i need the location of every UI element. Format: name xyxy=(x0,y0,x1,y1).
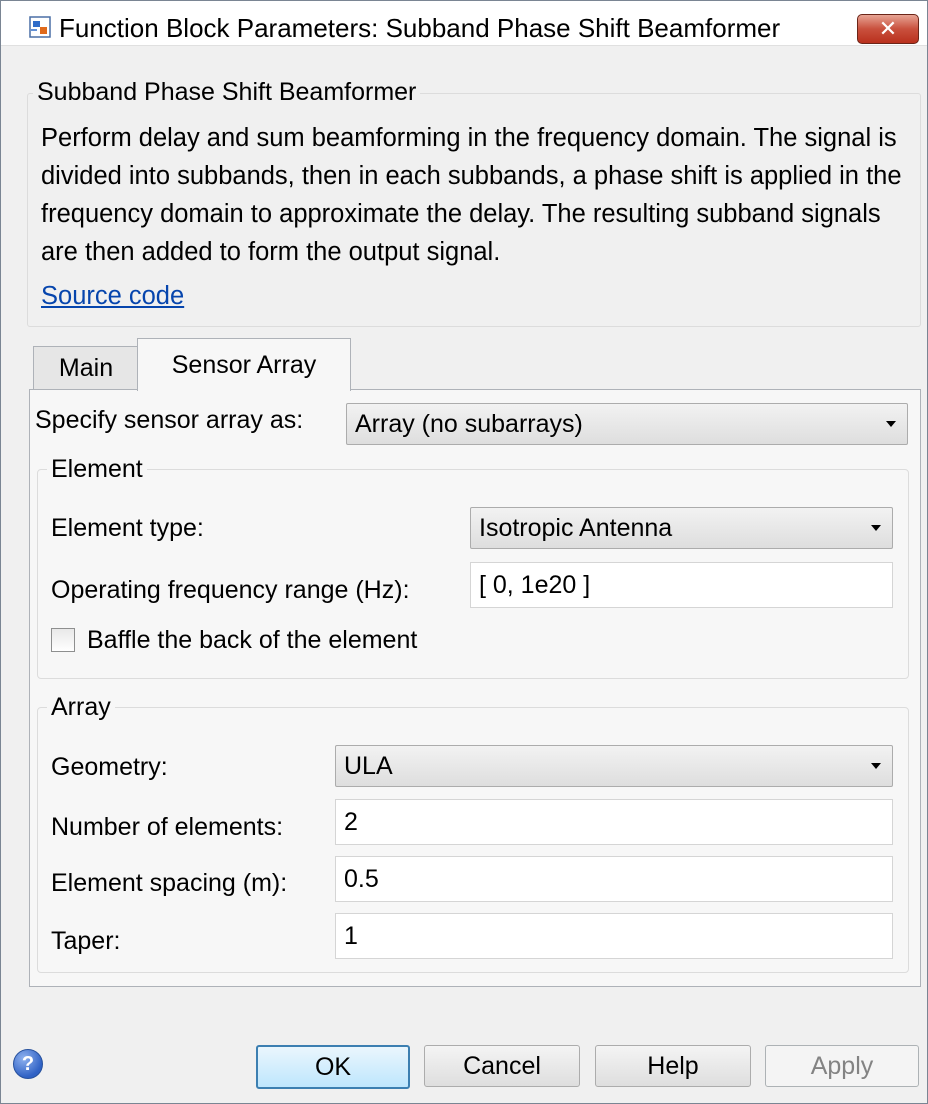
specify-array-dropdown[interactable]: Array (no subarrays) xyxy=(346,403,908,445)
block-title: Subband Phase Shift Beamformer xyxy=(33,78,421,107)
chevron-down-icon xyxy=(871,525,881,531)
geometry-label: Geometry: xyxy=(51,753,168,781)
element-spacing-value: 0.5 xyxy=(344,865,379,893)
chevron-down-icon xyxy=(871,763,881,769)
simulink-block-icon xyxy=(29,16,51,38)
num-elements-value: 2 xyxy=(344,808,358,836)
cancel-label: Cancel xyxy=(463,1051,541,1080)
apply-label: Apply xyxy=(810,1051,874,1080)
specify-array-value: Array (no subarrays) xyxy=(355,410,583,438)
element-type-label: Element type: xyxy=(51,514,204,542)
source-code-link[interactable]: Source code xyxy=(41,282,184,311)
geometry-value: ULA xyxy=(344,752,393,780)
help-icon[interactable]: ? xyxy=(13,1049,43,1079)
tab-main[interactable]: Main xyxy=(33,346,139,390)
element-group-title: Element xyxy=(47,455,147,484)
element-spacing-field[interactable]: 0.5 xyxy=(335,856,893,902)
frequency-range-field[interactable]: [ 0, 1e20 ] xyxy=(470,562,893,608)
ok-button[interactable]: OK xyxy=(256,1045,410,1089)
cancel-button[interactable]: Cancel xyxy=(424,1045,580,1087)
taper-value: 1 xyxy=(344,922,358,950)
baffle-checkbox[interactable] xyxy=(51,628,75,652)
help-label: Help xyxy=(647,1051,699,1080)
title-bar[interactable]: Function Block Parameters: Subband Phase… xyxy=(1,1,927,45)
specify-array-label: Specify sensor array as: xyxy=(35,406,304,434)
chevron-down-icon xyxy=(886,421,896,427)
num-elements-field[interactable]: 2 xyxy=(335,799,893,845)
apply-button[interactable]: Apply xyxy=(765,1045,919,1087)
frequency-range-label: Operating frequency range (Hz): xyxy=(51,576,410,604)
frequency-range-value: [ 0, 1e20 ] xyxy=(479,571,591,599)
help-button[interactable]: Help xyxy=(595,1045,751,1087)
baffle-label: Baffle the back of the element xyxy=(87,626,418,654)
taper-field[interactable]: 1 xyxy=(335,913,893,959)
tab-sensor-array-label: Sensor Array xyxy=(171,350,317,379)
tab-main-label: Main xyxy=(58,354,114,382)
close-icon: ✕ xyxy=(878,16,898,41)
close-button[interactable]: ✕ xyxy=(857,14,919,44)
element-spacing-label: Element spacing (m): xyxy=(51,869,288,897)
taper-label: Taper: xyxy=(51,927,121,955)
geometry-dropdown[interactable]: ULA xyxy=(335,745,893,787)
block-description: Perform delay and sum beamforming in the… xyxy=(41,124,902,266)
title-separator xyxy=(1,45,927,46)
window-title: Function Block Parameters: Subband Phase… xyxy=(59,13,781,43)
question-mark-glyph: ? xyxy=(21,1052,35,1075)
array-group-title: Array xyxy=(47,693,115,722)
tab-sensor-array[interactable]: Sensor Array xyxy=(137,338,351,391)
dialog-window: Function Block Parameters: Subband Phase… xyxy=(0,0,928,1104)
num-elements-label: Number of elements: xyxy=(51,813,284,841)
element-type-value: Isotropic Antenna xyxy=(479,514,673,542)
ok-label: OK xyxy=(314,1052,352,1081)
element-type-dropdown[interactable]: Isotropic Antenna xyxy=(470,507,893,549)
